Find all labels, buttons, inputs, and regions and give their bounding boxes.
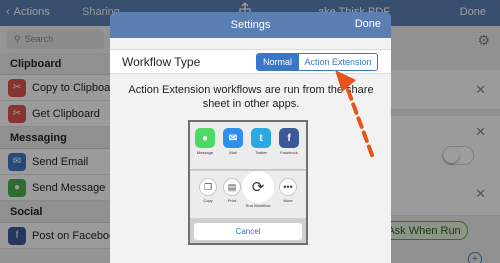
workflow-type-segmented-control: Normal Action Extension <box>256 53 378 71</box>
share-action-copy: ❐ Copy <box>198 178 218 203</box>
copy-icon: ❐ <box>199 178 217 196</box>
share-sheet-illustration: ● Message ✉ Mail t Twitter f Facebook ❐ … <box>188 120 308 245</box>
share-action-run-workflow: ⟳ Run Workflow <box>243 171 273 215</box>
segment-action-extension[interactable]: Action Extension <box>298 54 377 70</box>
workflow-type-description: Action Extension workflows are run from … <box>128 84 374 110</box>
share-actions-row: ❐ Copy ▤ Print ⟳ Run Workflow ••• More <box>190 171 306 218</box>
workflow-type-label: Workflow Type <box>122 55 201 69</box>
share-app-message: ● Message <box>194 128 216 155</box>
share-action-label: Print <box>227 198 237 203</box>
modal-title: Settings <box>230 19 271 31</box>
share-app-facebook: f Facebook <box>278 128 300 155</box>
share-action-label: More <box>283 198 293 203</box>
share-app-mail: ✉ Mail <box>222 128 244 155</box>
share-app-label: Mail <box>229 150 237 155</box>
workflow-type-row: Workflow Type Normal Action Extension <box>110 49 391 74</box>
share-app-twitter: t Twitter <box>250 128 272 155</box>
share-apps-row: ● Message ✉ Mail t Twitter f Facebook <box>190 122 306 170</box>
message-icon: ● <box>195 128 215 148</box>
modal-header: Settings Done <box>110 12 391 38</box>
facebook-icon: f <box>279 128 299 148</box>
share-app-label: Facebook <box>280 150 298 155</box>
run-workflow-icon: ⟳ <box>244 173 272 201</box>
share-app-label: Message <box>196 150 214 155</box>
share-action-label: Copy <box>203 198 213 203</box>
more-icon: ••• <box>279 178 297 196</box>
modal-done-button[interactable]: Done <box>355 18 381 30</box>
share-cancel-button: Cancel <box>194 223 302 240</box>
segment-normal[interactable]: Normal <box>257 54 298 70</box>
settings-modal: Settings Done Workflow Type Normal Actio… <box>110 12 391 263</box>
mail-icon: ✉ <box>223 128 243 148</box>
twitter-icon: t <box>251 128 271 148</box>
share-app-label: Twitter <box>255 150 267 155</box>
print-icon: ▤ <box>223 178 241 196</box>
share-action-more: ••• More <box>278 178 298 203</box>
share-action-label: Run Workflow <box>245 203 271 208</box>
share-action-print: ▤ Print <box>222 178 242 203</box>
